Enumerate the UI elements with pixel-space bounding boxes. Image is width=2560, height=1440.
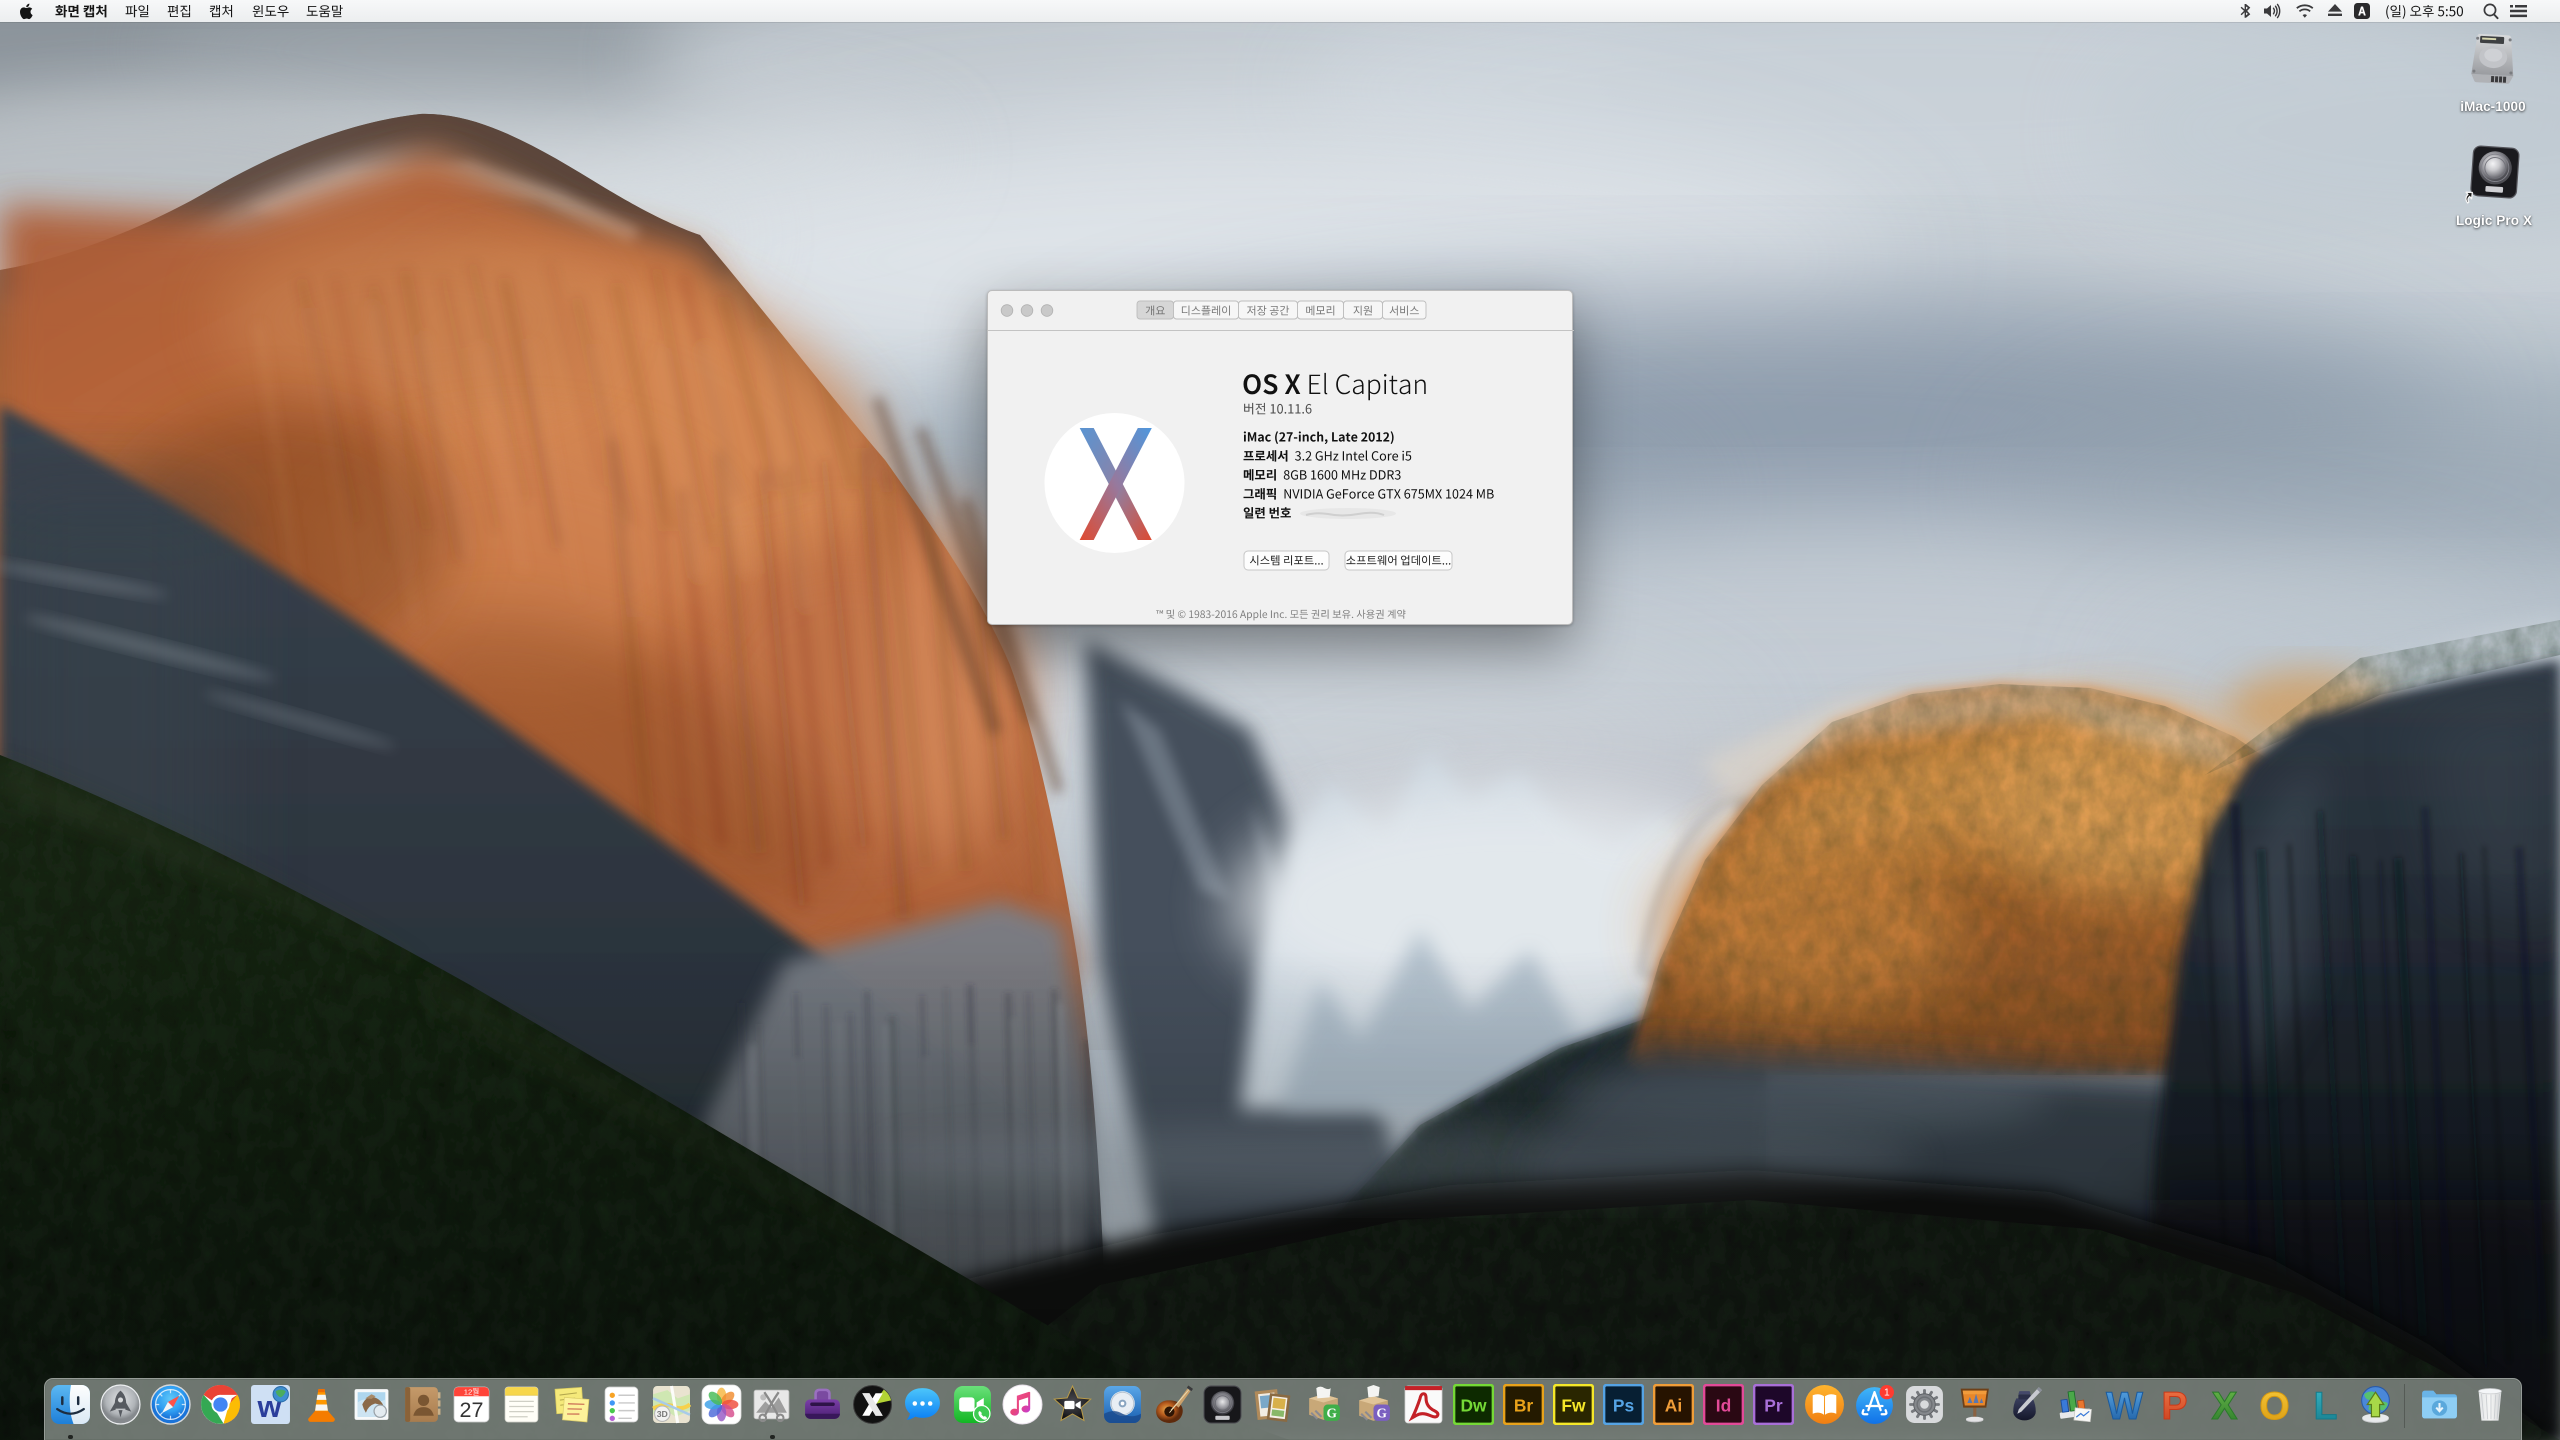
svg-text:W: W	[2106, 1385, 2143, 1425]
svg-text:Br: Br	[1514, 1396, 1534, 1416]
svg-text:12월: 12월	[464, 1386, 480, 1396]
svg-text:Dw: Dw	[1460, 1396, 1487, 1416]
svg-text:P: P	[2162, 1385, 2188, 1425]
svg-text:G: G	[1376, 1405, 1386, 1420]
svg-text:Pr: Pr	[1765, 1396, 1784, 1416]
svg-text:G: G	[1326, 1405, 1336, 1420]
svg-text:Id: Id	[1716, 1396, 1731, 1416]
svg-text:O: O	[2260, 1385, 2290, 1425]
svg-text:27: 27	[459, 1398, 483, 1422]
svg-text:Fw: Fw	[1561, 1396, 1586, 1416]
svg-text:Ai: Ai	[1665, 1396, 1682, 1416]
svg-text:X: X	[2212, 1385, 2238, 1425]
svg-text:L: L	[2313, 1385, 2337, 1425]
svg-text:3D: 3D	[657, 1409, 668, 1419]
svg-text:Ps: Ps	[1613, 1396, 1634, 1416]
svg-text:1: 1	[1884, 1388, 1890, 1399]
